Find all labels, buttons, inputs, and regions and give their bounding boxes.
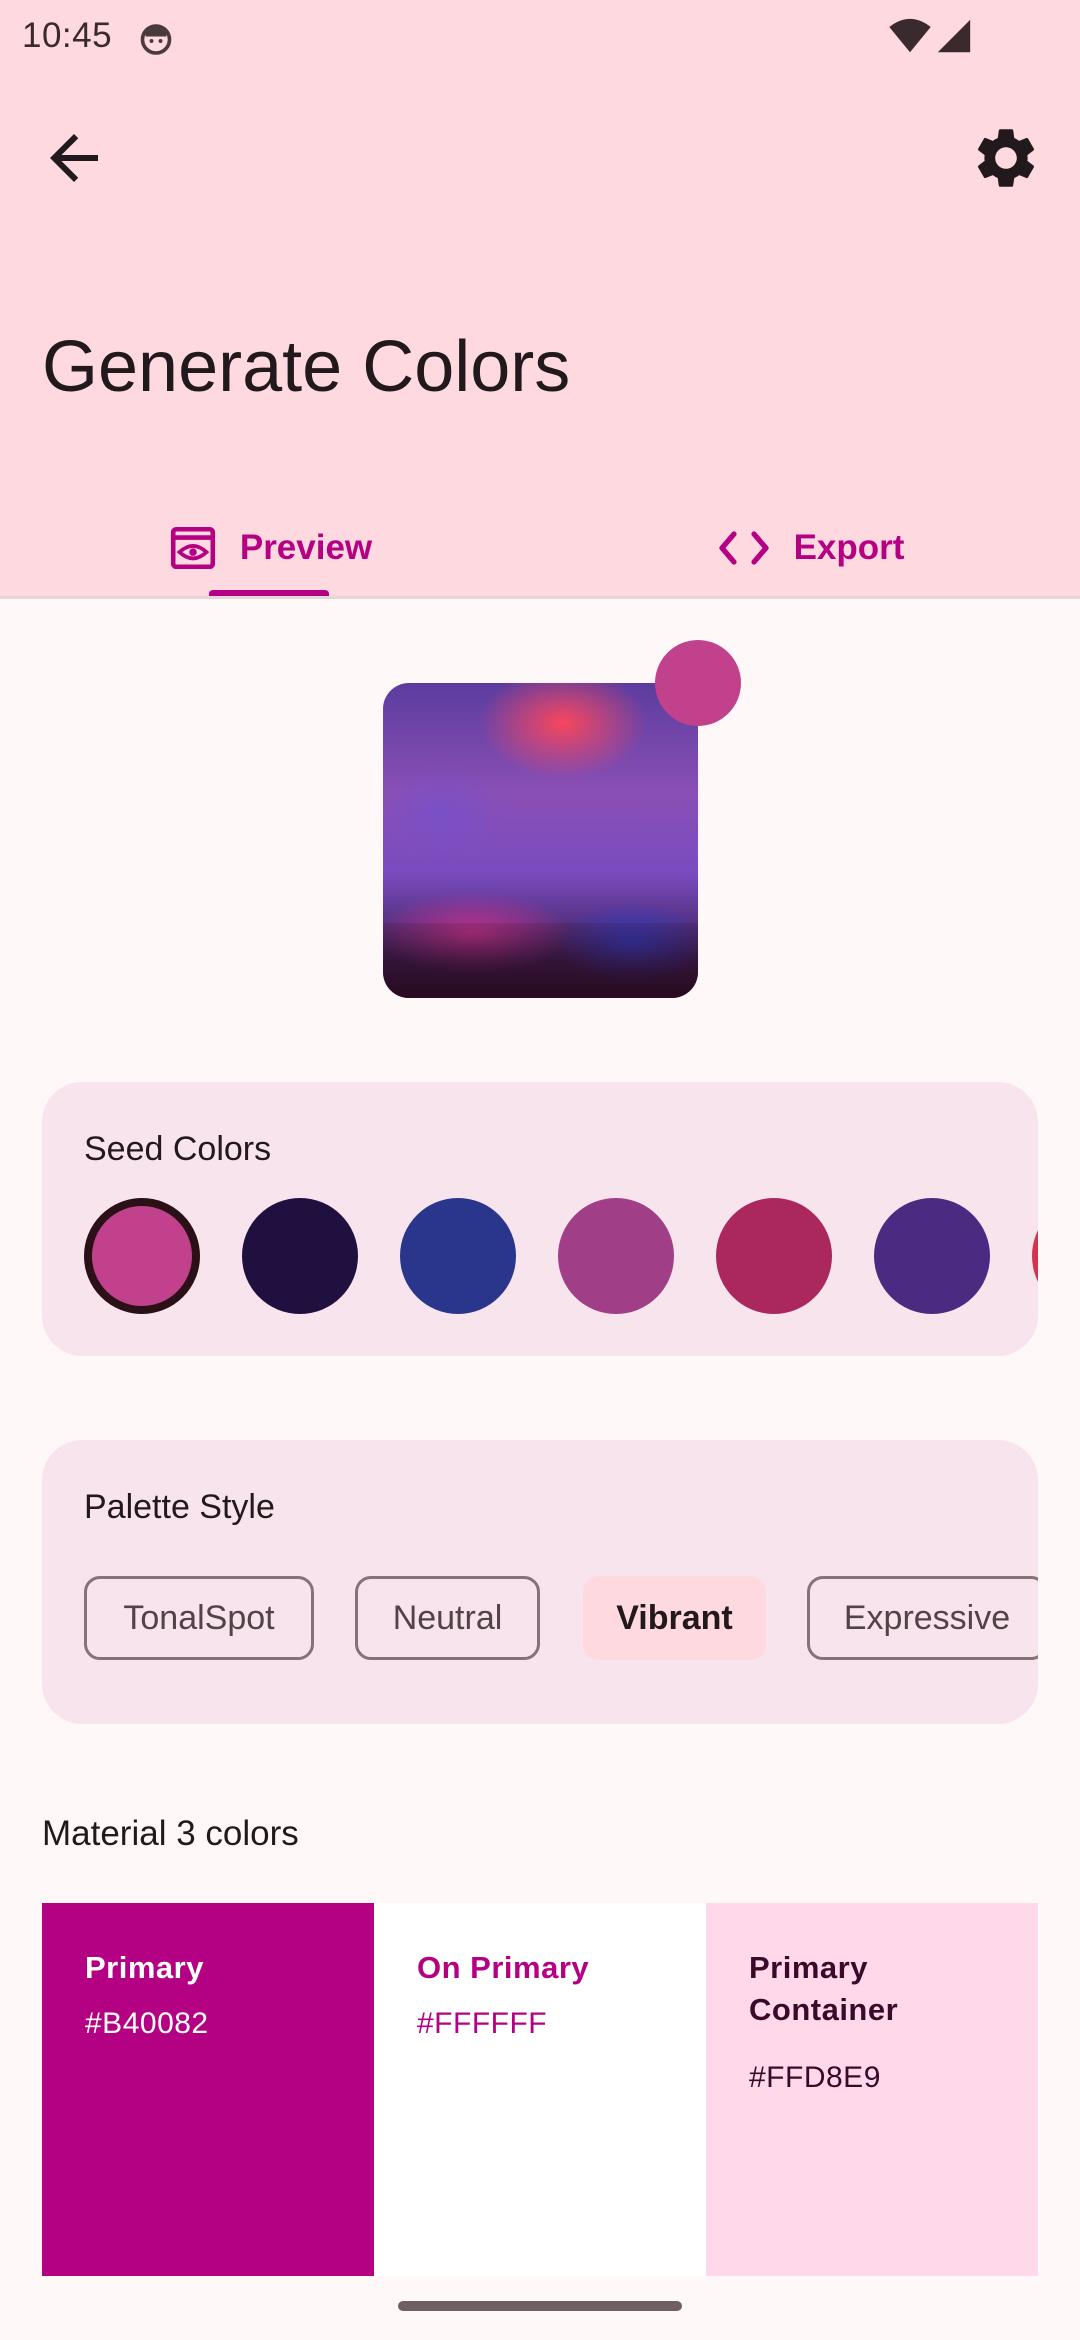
settings-button[interactable] <box>970 122 1042 194</box>
cell-signal-icon <box>937 19 971 53</box>
color-tile-hex: #B40082 <box>85 2007 209 2040</box>
seed-color-swatch[interactable] <box>84 1198 200 1314</box>
color-tile-name: Primary <box>85 1950 204 1985</box>
source-image[interactable] <box>383 683 698 998</box>
color-tile-hex: #FFFFFF <box>417 2007 548 2040</box>
arrow-back-icon <box>50 134 98 182</box>
material-colors-title: Material 3 colors <box>42 1814 299 1853</box>
seed-color-row <box>42 1082 1038 1356</box>
back-button[interactable] <box>38 122 110 194</box>
tab-divider <box>0 596 1080 599</box>
seed-color-swatch[interactable] <box>242 1198 358 1314</box>
color-tile-name: Primary Container <box>749 1950 899 2027</box>
palette-style-chip[interactable]: Neutral <box>355 1576 540 1660</box>
gesture-nav-handle[interactable] <box>398 2301 682 2311</box>
palette-style-chip[interactable]: Vibrant <box>583 1576 766 1660</box>
color-tile[interactable]: Primary Container #FFD8E9 <box>706 1903 1038 2276</box>
notification-face-icon <box>140 24 172 55</box>
seed-colors-card: Seed Colors <box>42 1082 1038 1356</box>
page-title: Generate Colors <box>42 327 571 407</box>
seed-color-swatch[interactable] <box>874 1198 990 1314</box>
seed-color-swatch[interactable] <box>400 1198 516 1314</box>
palette-style-card: Palette Style TonalSpot Neutral Vibrant Exp… <box>42 1440 1038 1724</box>
color-tile-name: On Primary <box>417 1950 590 1985</box>
palette-style-chip[interactable]: TonalSpot <box>84 1576 314 1660</box>
image-cloud-layer <box>383 923 698 998</box>
palette-style-chip[interactable]: Expressive <box>807 1576 1038 1660</box>
status-bar: 10:45 <box>0 0 1080 76</box>
tab-export[interactable]: Export <box>540 500 1080 596</box>
tab-export-label: Export <box>793 528 905 567</box>
seed-color-swatch[interactable] <box>716 1198 832 1314</box>
palette-style-chips: TonalSpot Neutral Vibrant Expressive <box>42 1440 1038 1724</box>
tab-preview-label: Preview <box>239 528 373 567</box>
selected-color-indicator <box>655 640 741 726</box>
color-tile[interactable]: On Primary #FFFFFF <box>374 1903 706 2276</box>
tab-preview[interactable]: Preview <box>0 500 540 596</box>
seed-color-swatch[interactable] <box>1032 1198 1038 1314</box>
wifi-icon <box>889 18 931 53</box>
color-tile-hex: #FFD8E9 <box>749 2061 881 2094</box>
gear-icon <box>977 129 1035 187</box>
status-time: 10:45 <box>22 16 113 55</box>
eye-icon <box>170 526 215 570</box>
seed-color-swatch[interactable] <box>558 1198 674 1314</box>
color-tile[interactable]: Primary #B40082 <box>42 1903 374 2276</box>
code-icon <box>718 531 769 565</box>
